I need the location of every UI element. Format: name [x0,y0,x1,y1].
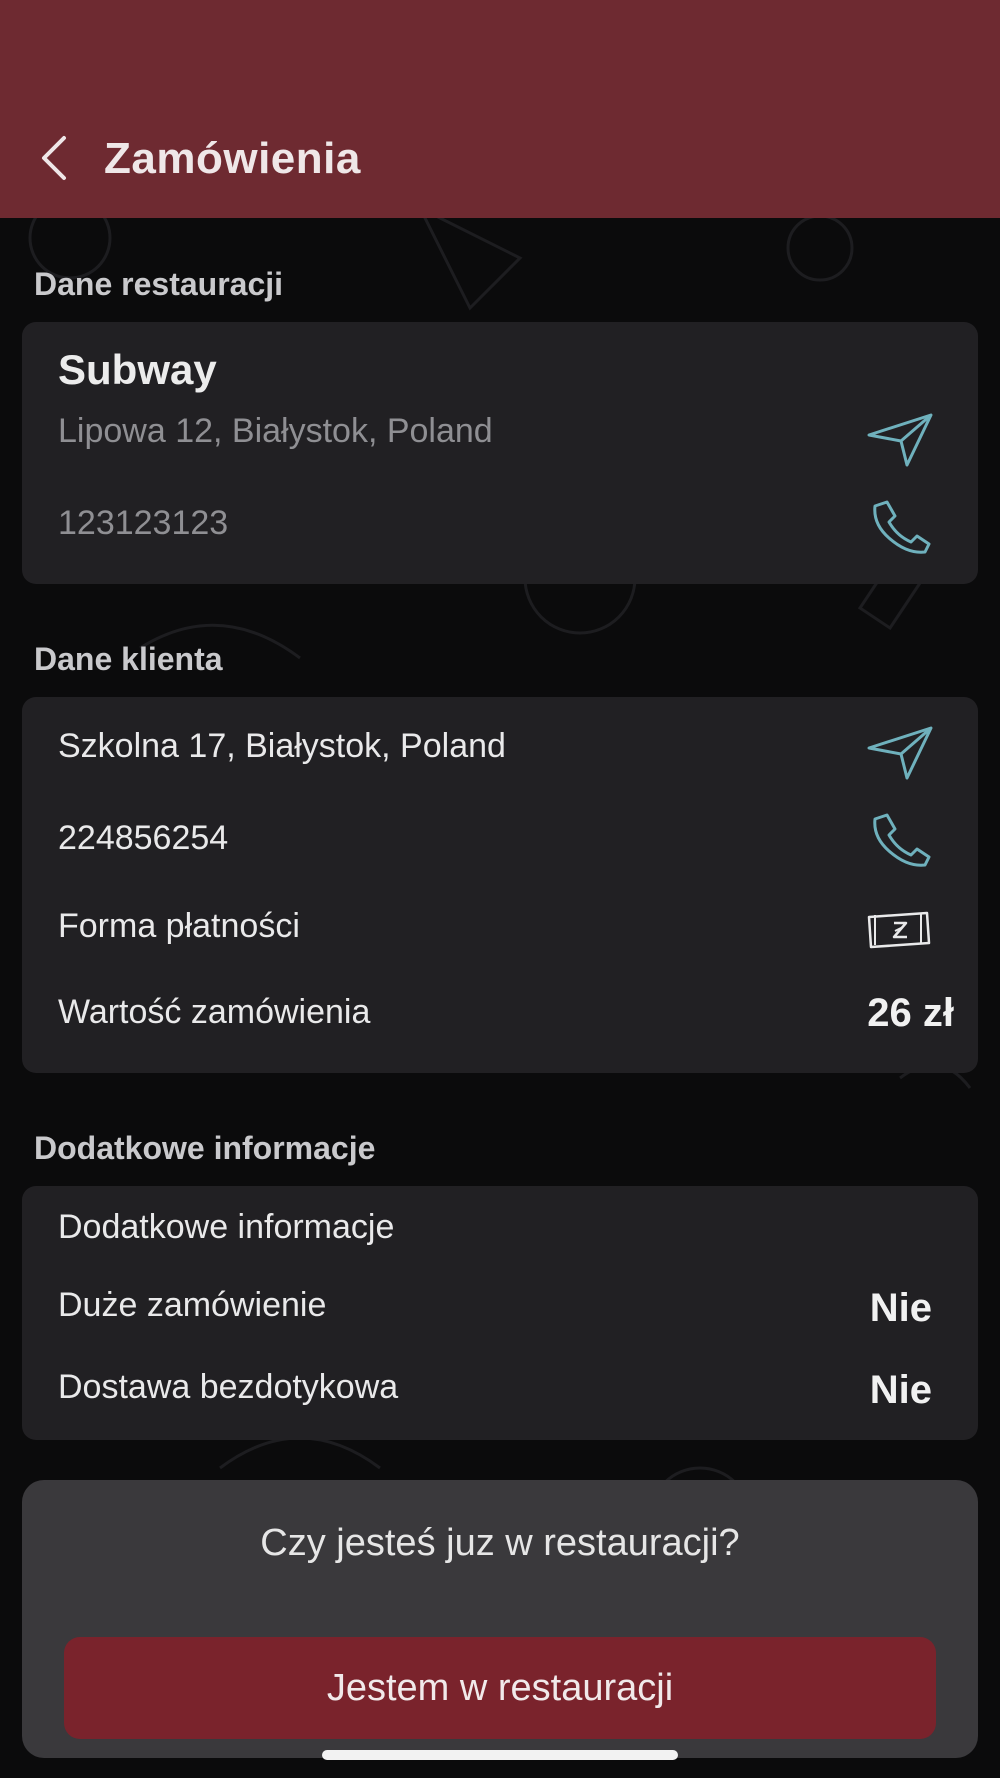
client-call-button[interactable] [864,807,936,871]
payment-method-indicator [864,897,936,961]
payment-method-label: Forma płatności [58,907,300,945]
cash-zloty-icon [867,911,931,949]
back-button[interactable] [28,128,78,188]
client-navigate-button[interactable] [864,721,936,785]
contactless-delivery-value: Nie [869,1368,932,1412]
large-order-value: Nie [869,1286,932,1330]
client-phone: 224856254 [58,819,229,857]
large-order-label: Duże zamówienie [58,1286,327,1324]
navigation-arrow-icon [867,726,933,780]
top-app-bar: Zamówienia [0,0,1000,218]
client-card: Szkolna 17, Białystok, Poland 224856254 … [22,697,978,1073]
contactless-delivery-label: Dostawa bezdotykowa [58,1368,399,1406]
home-indicator[interactable] [322,1750,678,1760]
phone-icon [873,500,931,554]
restaurant-call-button[interactable] [864,494,936,558]
phone-icon [873,813,931,867]
extra-info-title: Dodatkowe informacje [58,1208,395,1246]
restaurant-card: Subway Lipowa 12, Białystok, Poland 1231… [22,322,978,584]
restaurant-navigate-button[interactable] [864,408,936,472]
section-label-restaurant: Dane restauracji [34,266,284,302]
arrival-question: Czy jesteś juz w restauracji? [260,1522,740,1564]
restaurant-name: Subway [58,346,217,393]
restaurant-phone: 123123123 [58,504,229,542]
restaurant-address: Lipowa 12, Białystok, Poland [58,412,493,450]
arrival-confirmation-panel: Czy jesteś juz w restauracji? Jestem w r… [22,1480,978,1758]
section-label-extra: Dodatkowe informacje [34,1130,376,1166]
section-label-client: Dane klienta [34,641,223,677]
client-address: Szkolna 17, Białystok, Poland [58,727,506,765]
chevron-left-icon [42,136,66,180]
extra-info-card: Dodatkowe informacje Duże zamówienie Nie… [22,1186,978,1440]
page-title: Zamówienia [104,134,361,183]
im-at-restaurant-button[interactable]: Jestem w restauracji [64,1637,936,1739]
navigation-arrow-icon [867,413,933,467]
order-value: 26 zł [867,991,954,1035]
order-value-label: Wartość zamówienia [58,993,371,1031]
